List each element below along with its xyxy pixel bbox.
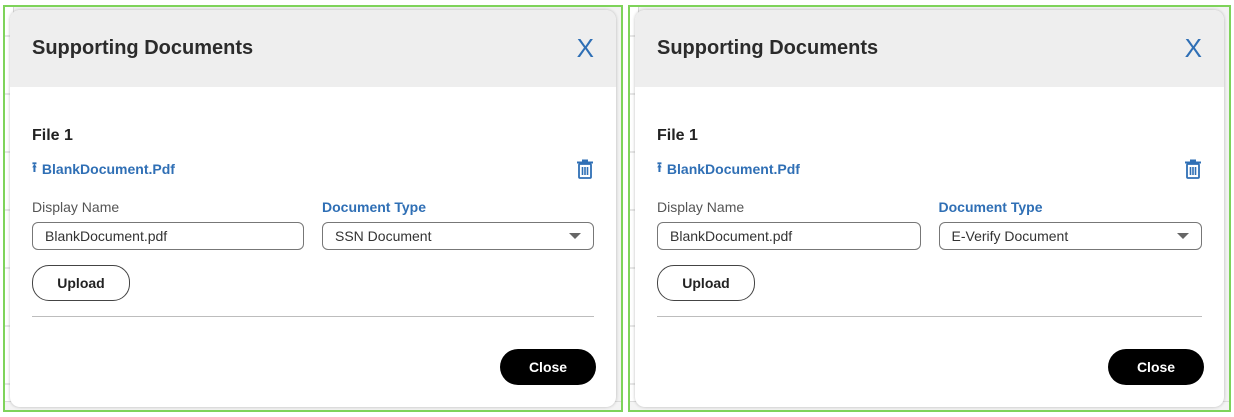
divider	[32, 316, 594, 317]
file-link-row: ⭱ BlankDocument.Pdf	[32, 157, 594, 181]
form-fields: Display Name BlankDocument.pdf Document …	[657, 199, 1202, 250]
dialog-header: Supporting Documents X	[635, 10, 1224, 87]
dialog-panel-right: Supporting Documents X File 1 ⭱ BlankDoc…	[628, 5, 1231, 412]
chevron-down-icon	[1177, 233, 1189, 239]
dialog-footer: Close	[10, 327, 616, 407]
divider	[657, 316, 1202, 317]
document-type-label: Document Type	[938, 199, 1043, 215]
display-name-input[interactable]: BlankDocument.pdf	[657, 222, 921, 250]
dialog-footer: Close	[635, 327, 1224, 407]
file-link-label: BlankDocument.Pdf	[41, 161, 175, 177]
file-link-row: ⭱ BlankDocument.Pdf	[657, 157, 1202, 181]
form-fields: Display Name BlankDocument.pdf Document …	[32, 199, 594, 250]
display-name-value: BlankDocument.pdf	[670, 228, 793, 244]
file-title: File 1	[657, 127, 698, 144]
supporting-documents-dialog: Supporting Documents X File 1 ⭱ BlankDoc…	[10, 10, 616, 407]
display-name-field: Display Name BlankDocument.pdf	[657, 199, 921, 250]
chevron-down-icon	[569, 233, 581, 239]
close-button[interactable]: Close	[500, 349, 596, 385]
dialog-title: Supporting Documents	[657, 37, 879, 59]
upload-button[interactable]: Upload	[32, 265, 130, 301]
dialog-body: File 1 ⭱ BlankDocument.Pdf Display Name …	[10, 87, 616, 317]
display-name-label: Display Name	[657, 199, 745, 215]
document-type-value: E-Verify Document	[951, 228, 1069, 244]
dialog-panel-left: Supporting Documents X File 1 ⭱ BlankDoc…	[3, 5, 623, 412]
close-icon[interactable]: X	[577, 35, 594, 63]
display-name-field: Display Name BlankDocument.pdf	[32, 199, 304, 250]
dialog-title: Supporting Documents	[32, 37, 254, 59]
upload-button[interactable]: Upload	[657, 265, 755, 301]
upload-icon: ⭱	[657, 159, 662, 175]
document-type-select[interactable]: SSN Document	[322, 222, 594, 250]
file-title: File 1	[32, 127, 73, 144]
file-link-label: BlankDocument.Pdf	[666, 161, 800, 177]
document-type-field: Document Type E-Verify Document	[938, 199, 1202, 250]
document-type-value: SSN Document	[335, 228, 432, 244]
dialog-body: File 1 ⭱ BlankDocument.Pdf Display Name …	[635, 87, 1224, 317]
display-name-label: Display Name	[32, 199, 120, 215]
trash-icon[interactable]	[1184, 159, 1202, 179]
close-icon[interactable]: X	[1185, 35, 1202, 63]
document-type-label: Document Type	[322, 199, 426, 215]
document-type-select[interactable]: E-Verify Document	[938, 222, 1202, 250]
trash-icon[interactable]	[576, 159, 594, 179]
display-name-input[interactable]: BlankDocument.pdf	[32, 222, 304, 250]
display-name-value: BlankDocument.pdf	[45, 228, 168, 244]
upload-icon: ⭱	[32, 159, 37, 175]
supporting-documents-dialog: Supporting Documents X File 1 ⭱ BlankDoc…	[635, 10, 1224, 407]
dialog-header: Supporting Documents X	[10, 10, 616, 87]
file-link[interactable]: ⭱ BlankDocument.Pdf	[32, 157, 175, 181]
file-link[interactable]: ⭱ BlankDocument.Pdf	[657, 157, 800, 181]
document-type-field: Document Type SSN Document	[322, 199, 594, 250]
close-button[interactable]: Close	[1108, 349, 1204, 385]
